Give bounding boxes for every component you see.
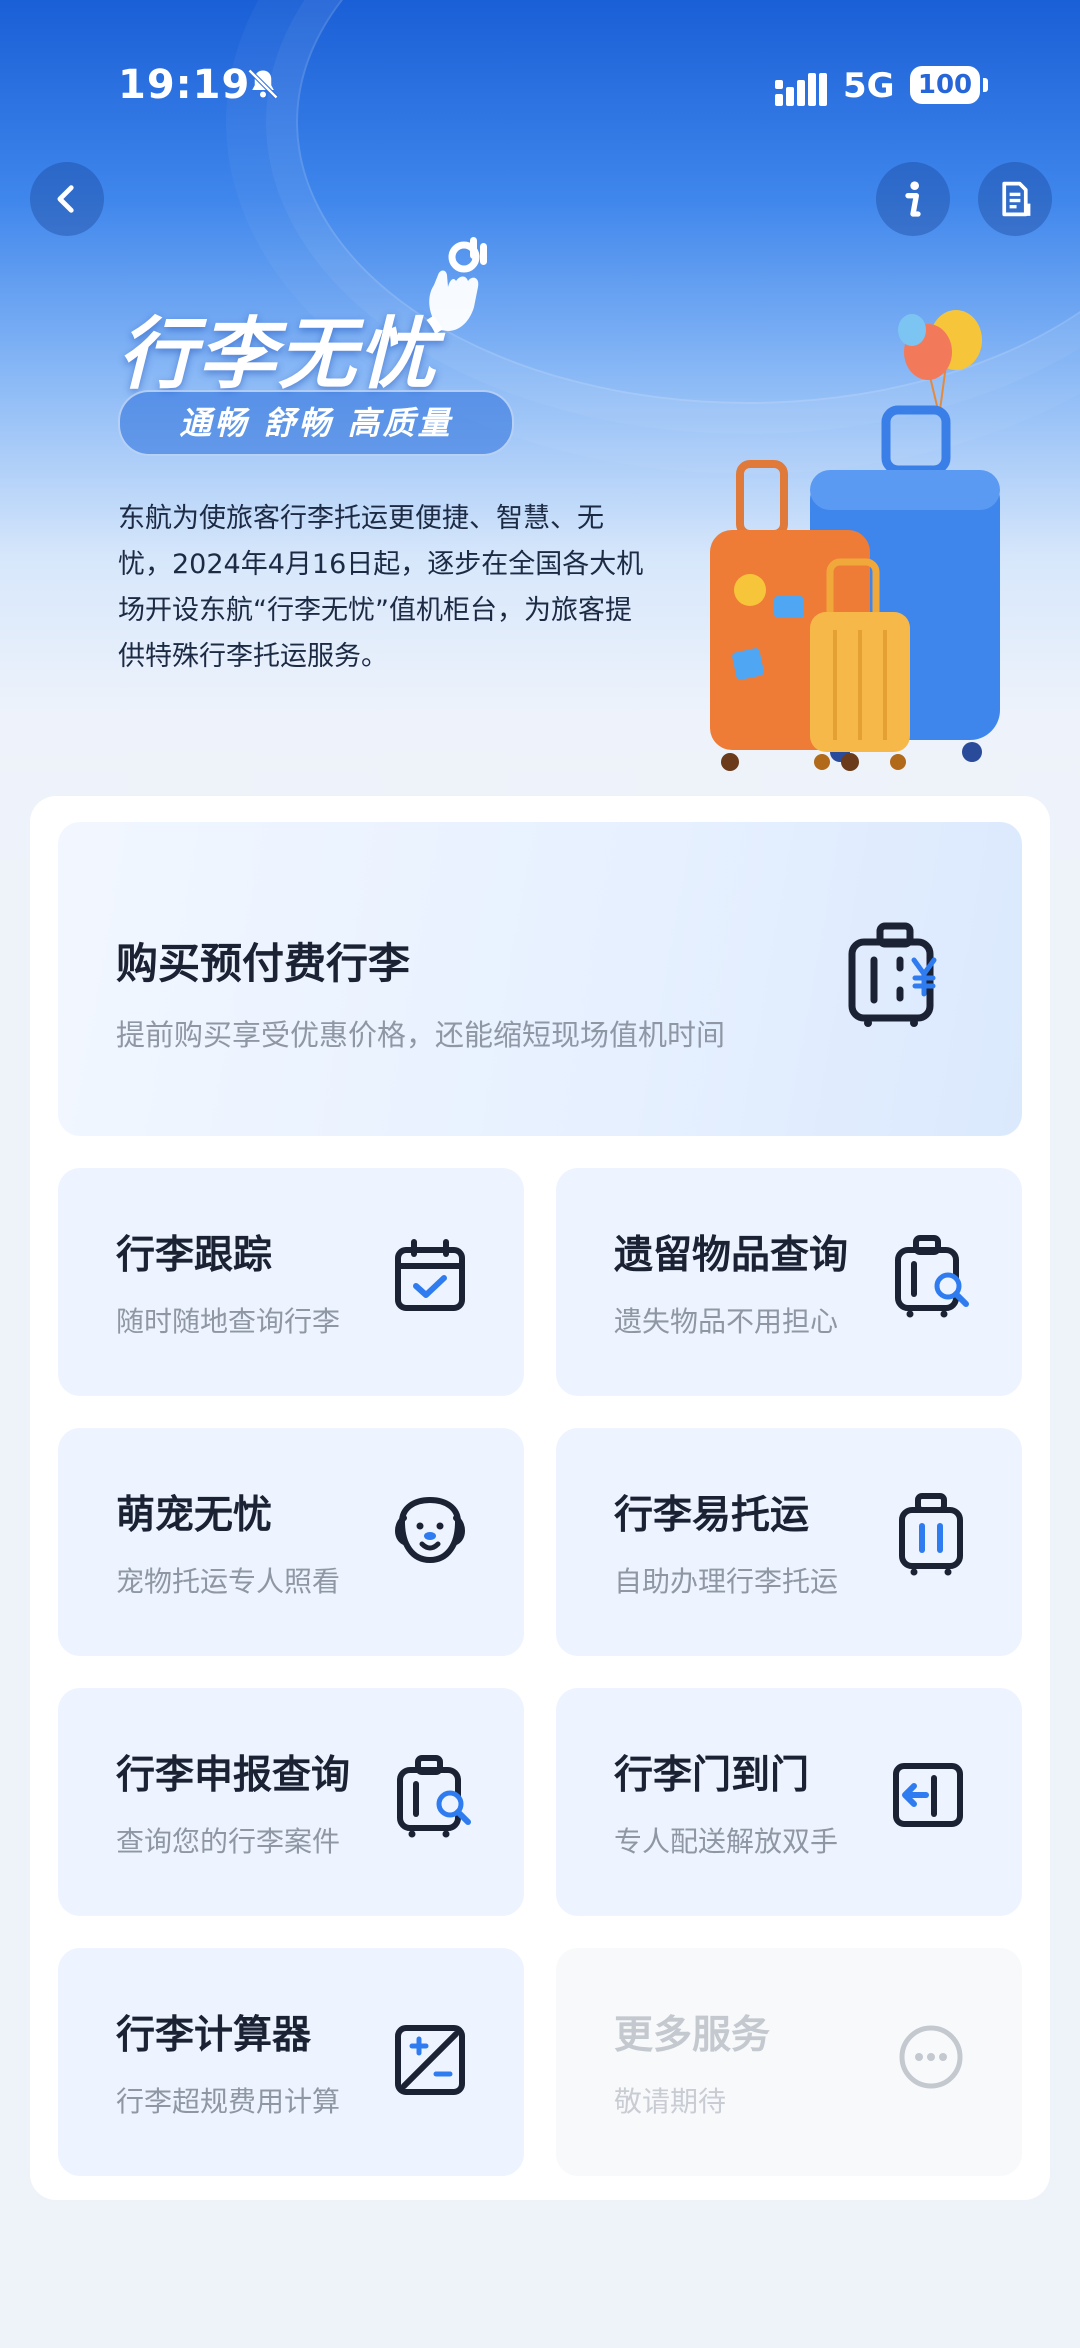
status-bar: 19:19 5G 100	[0, 0, 1080, 180]
baggage-tracking-subtitle: 随时随地查询行李	[116, 1305, 341, 1338]
luggage-yuan-icon	[848, 922, 937, 1027]
suitcase-icon	[899, 1493, 963, 1576]
pet-travel-card[interactable]: 萌宠无忧 宠物托运专人照看	[58, 1428, 524, 1656]
lost-items-title: 遗留物品查询	[614, 1233, 849, 1278]
pet-travel-title: 萌宠无忧	[116, 1493, 273, 1538]
document-button[interactable]	[978, 162, 1052, 236]
baggage-claim-query-title: 行李申报查询	[116, 1753, 351, 1798]
more-dots-icon	[899, 2025, 963, 2089]
door-to-door-subtitle: 专人配送解放双手	[614, 1825, 839, 1858]
easy-checkin-card[interactable]: 行李易托运 自助办理行李托运	[556, 1428, 1022, 1656]
network-type: 5G	[843, 66, 895, 106]
easy-checkin-subtitle: 自助办理行李托运	[614, 1565, 839, 1598]
luggage-search-icon	[895, 1235, 969, 1318]
door-to-door-title: 行李门到门	[614, 1753, 810, 1798]
more-services-title: 更多服务	[614, 2013, 771, 2058]
signal-icon	[775, 73, 827, 106]
baggage-tracking-card[interactable]: 行李跟踪 随时随地查询行李	[58, 1168, 524, 1396]
chevron-left-icon	[57, 185, 74, 213]
document-icon	[1002, 181, 1031, 217]
pet-travel-subtitle: 宠物托运专人照看	[116, 1565, 341, 1598]
baggage-claim-query-card[interactable]: 行李申报查询 查询您的行李案件	[58, 1688, 524, 1916]
prepaid-baggage-card[interactable]: 购买预付费行李 提前购买享受优惠价格，还能缩短现场值机时间	[58, 822, 1022, 1136]
more-services-card: 更多服务 敬请期待	[556, 1948, 1022, 2176]
luggage-search-icon	[397, 1755, 471, 1838]
lost-items-subtitle: 遗失物品不用担心	[614, 1305, 839, 1338]
bell-muted-icon	[247, 68, 279, 100]
lost-items-card[interactable]: 遗留物品查询 遗失物品不用担心	[556, 1168, 1022, 1396]
status-time: 19:19	[118, 62, 251, 108]
hero-tagline: 通畅 舒畅 高质量	[118, 390, 514, 456]
calculator-icon	[395, 2025, 465, 2095]
info-icon	[905, 181, 921, 217]
more-services-subtitle: 敬请期待	[614, 2085, 727, 2118]
battery-indicator: 100	[910, 66, 988, 104]
baggage-calculator-title: 行李计算器	[116, 2013, 312, 2058]
baggage-calculator-subtitle: 行李超规费用计算	[116, 2085, 341, 2118]
easy-checkin-title: 行李易托运	[614, 1493, 810, 1538]
hero-intro: 东航为使旅客行李托运更便捷、智慧、无忧，2024年4月16日起，逐步在全国各大机…	[118, 503, 644, 672]
info-button[interactable]	[876, 162, 950, 236]
door-to-door-card[interactable]: 行李门到门 专人配送解放双手	[556, 1688, 1022, 1916]
dog-icon	[395, 1496, 465, 1564]
calendar-check-icon	[395, 1239, 465, 1311]
baggage-tracking-title: 行李跟踪	[116, 1233, 273, 1278]
prepaid-baggage-title: 购买预付费行李	[116, 939, 411, 988]
luggage-illustration	[710, 310, 1000, 771]
baggage-claim-query-subtitle: 查询您的行李案件	[116, 1825, 341, 1858]
ok-hand-icon	[429, 237, 487, 331]
back-button[interactable]	[30, 162, 104, 236]
door-arrow-icon	[893, 1763, 963, 1827]
prepaid-baggage-subtitle: 提前购买享受优惠价格，还能缩短现场值机时间	[116, 1018, 726, 1052]
hero-title: 行李无忧	[118, 310, 439, 400]
baggage-calculator-card[interactable]: 行李计算器 行李超规费用计算	[58, 1948, 524, 2176]
